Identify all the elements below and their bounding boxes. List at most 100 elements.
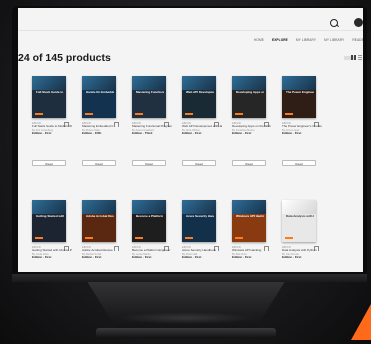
cover-band xyxy=(82,76,116,90)
read-button[interactable]: Read xyxy=(132,160,166,166)
product-title[interactable]: Azure Security Handbook xyxy=(182,249,222,253)
cover-band xyxy=(232,76,266,90)
product-card[interactable]: Full Stack Guide to Modern Web DevEBOOKF… xyxy=(32,76,72,168)
read-button[interactable]: Read xyxy=(232,160,266,166)
read-button[interactable]: Read xyxy=(182,160,216,166)
product-edition: Edition - Fifth xyxy=(82,130,102,135)
cover-band xyxy=(82,200,116,214)
product-title[interactable]: Developing Apps on the Web xyxy=(232,125,272,129)
monitor-chin xyxy=(12,274,367,282)
product-meta: EBOOK Mastering Embedded C By Ruben Stasi E… xyxy=(82,122,122,135)
read-button[interactable]: Read xyxy=(32,160,66,166)
publisher-logo xyxy=(85,237,93,239)
cover-band xyxy=(32,200,66,214)
product-card[interactable]: Azure Security HandbookEBOOKAzure Securi… xyxy=(182,200,222,272)
book-cover[interactable]: The Power Engineer's Creative Guide xyxy=(282,76,316,118)
publisher-logo xyxy=(85,113,93,115)
product-title[interactable]: Mastering Functional Programming xyxy=(132,125,172,129)
product-edition: Edition - First xyxy=(282,254,302,259)
product-meta: EBOOK Azure Security Handbook By Peter Hal… xyxy=(182,246,222,259)
publisher-logo xyxy=(185,113,193,115)
cover-title: Mastering Functional Programming xyxy=(136,91,164,94)
cover-title: Getting Started with Ubuntu xyxy=(36,215,64,218)
publisher-logo xyxy=(235,113,243,115)
list-view-icon[interactable] xyxy=(358,55,362,60)
product-meta: EBOOK Become a Platform Engineer By Lucas … xyxy=(132,246,172,259)
book-cover[interactable]: Mastering Functional Programming xyxy=(132,76,166,118)
cover-band xyxy=(32,76,66,90)
publisher-logo xyxy=(235,237,243,239)
product-card[interactable]: Become a Platform EngineerEBOOKBecome a … xyxy=(132,200,172,272)
book-cover[interactable]: Windows API Hacking xyxy=(232,200,266,242)
cover-title: Azure Security Handbook xyxy=(186,215,214,218)
nav-item[interactable]: EXPLORE xyxy=(272,38,288,42)
publisher-logo xyxy=(35,113,43,115)
cover-title: Become a Platform Engineer xyxy=(136,215,164,218)
product-card[interactable]: Windows API Hacking EBOOKWindows API Hack… xyxy=(232,200,272,272)
user-avatar-icon[interactable] xyxy=(354,18,363,27)
monitor-screen: HOME EXPLORE MY LIBRARY MY LIBRARY READERS 2… xyxy=(18,8,363,272)
product-title[interactable]: Data Analysis with Python xyxy=(282,249,322,253)
publisher-logo xyxy=(285,237,293,239)
nav-item[interactable]: MY LIBRARY xyxy=(296,38,316,42)
nav-item[interactable]: HOME xyxy=(254,38,264,42)
product-card[interactable]: Mastering Functional ProgrammingEBOOKMas… xyxy=(132,76,172,168)
cover-band xyxy=(132,76,166,90)
cover-title: Hands-On Embedded Programming xyxy=(86,91,114,94)
cover-title: Web API Development with Java xyxy=(186,91,214,94)
product-title[interactable]: The Power Engineer's Creative Guide xyxy=(282,125,322,129)
book-cover[interactable]: Getting Started with Ubuntu xyxy=(32,200,66,242)
product-meta: EBOOK Adobe Acrobat Rescue By Rachel Smith… xyxy=(82,246,122,259)
book-cover[interactable]: Data Analysis with Python xyxy=(282,200,316,242)
nav-item[interactable]: READERS xyxy=(352,38,363,42)
product-card[interactable]: Web API Development with JavaEBOOKWeb AP… xyxy=(182,76,222,168)
product-meta: EBOOK Data Analysis with Python By Ivan No… xyxy=(282,246,322,259)
product-edition: Edition - First xyxy=(32,254,52,259)
publisher-logo xyxy=(285,113,293,115)
cover-title: Adobe Acrobat Rescue xyxy=(86,215,114,218)
cover-title: The Power Engineer's Creative Guide xyxy=(286,91,314,94)
cover-title: Developing Apps on the Web xyxy=(236,91,264,94)
main-nav: HOME EXPLORE MY LIBRARY MY LIBRARY READERS xyxy=(254,38,363,42)
product-title[interactable]: Full Stack Guide to Modern Web Dev xyxy=(32,125,72,129)
cover-band xyxy=(232,200,266,214)
product-edition: Edition - First xyxy=(232,130,252,135)
cover-band xyxy=(182,200,216,214)
product-card[interactable]: Adobe Acrobat Rescue EBOOKAdobe Acrobat R… xyxy=(82,200,122,272)
book-cover[interactable]: Full Stack Guide to Modern Web Dev xyxy=(32,76,66,118)
nav-item[interactable]: MY LIBRARY xyxy=(324,38,344,42)
publisher-logo xyxy=(135,237,143,239)
product-title[interactable]: Web API Development with Java xyxy=(182,125,222,129)
grid-view-icon[interactable] xyxy=(351,55,356,60)
publisher-logo xyxy=(35,237,43,239)
product-meta: EBOOK Developing Apps on the Web By Jonath… xyxy=(232,122,272,135)
book-cover[interactable]: Hands-On Embedded Programming xyxy=(82,76,116,118)
monitor-stand-base xyxy=(96,328,276,338)
cover-band xyxy=(182,76,216,90)
product-meta: EBOOKMastering Functional ProgrammingBy … xyxy=(132,122,172,135)
cover-band xyxy=(282,76,316,90)
product-title[interactable]: Getting Started with Ubuntu Pro xyxy=(32,249,72,253)
book-cover[interactable]: Developing Apps on the Web xyxy=(232,76,266,118)
book-cover[interactable]: Become a Platform Engineer xyxy=(132,200,166,242)
product-edition: Edition - First xyxy=(182,130,202,135)
cover-title: Windows API Hacking xyxy=(236,215,264,218)
product-title[interactable]: Become a Platform Engineer xyxy=(132,249,172,253)
book-cover[interactable]: Adobe Acrobat Rescue xyxy=(82,200,116,242)
read-button[interactable]: Read xyxy=(282,160,316,166)
product-meta: EBOOKFull Stack Guide to Modern Web DevB… xyxy=(32,122,72,135)
product-card[interactable]: Hands-On Embedded Programming EBOOKMaster… xyxy=(82,76,122,168)
product-edition: Edition - Third xyxy=(132,130,153,135)
book-cover[interactable]: Azure Security Handbook xyxy=(182,200,216,242)
product-meta: EBOOK Getting Started with Ubuntu Pro By L… xyxy=(32,246,72,259)
read-button[interactable]: Read xyxy=(82,160,116,166)
product-meta: EBOOK Web API Development with Java By Nor… xyxy=(182,122,222,135)
product-card[interactable]: Developing Apps on the WebEBOOKDevelopin… xyxy=(232,76,272,168)
product-card[interactable]: Getting Started with Ubuntu EBOOKGetting … xyxy=(32,200,72,272)
product-card[interactable]: The Power Engineer's Creative GuideEBOOK… xyxy=(282,76,322,168)
product-card[interactable]: Data Analysis with PythonEBOOKData Analy… xyxy=(282,200,322,272)
search-icon[interactable] xyxy=(330,19,338,27)
book-cover[interactable]: Web API Development with Java xyxy=(182,76,216,118)
product-edition: Edition - First xyxy=(232,254,252,259)
publisher-logo xyxy=(185,237,193,239)
